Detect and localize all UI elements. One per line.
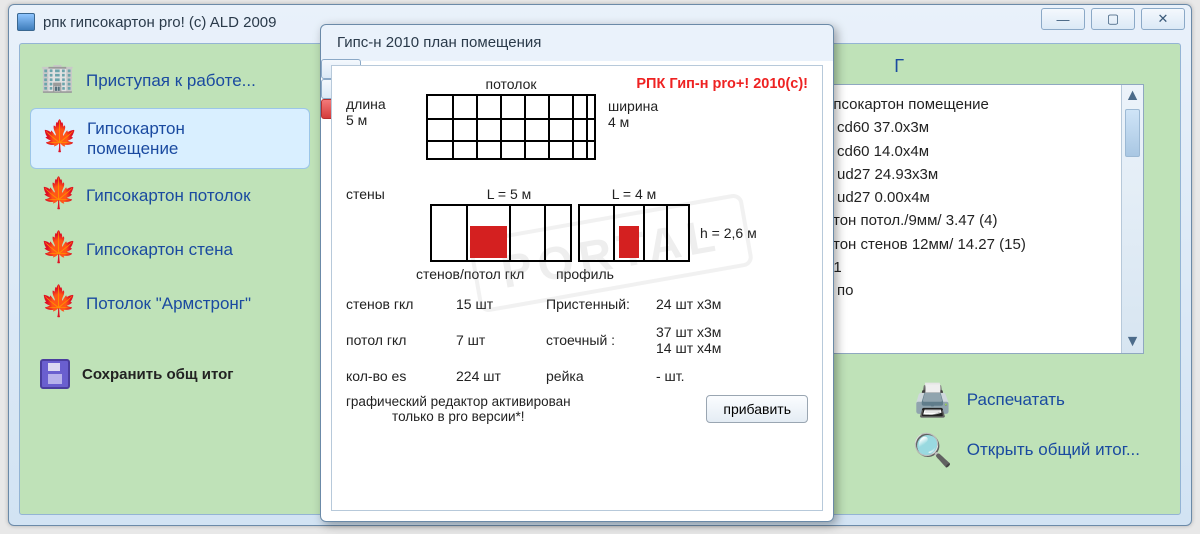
print-label: Распечатать: [967, 390, 1065, 410]
open-total-button[interactable]: Открыть общий итог...: [913, 434, 1140, 466]
magnifier-icon: [913, 434, 953, 466]
red-highlight: [619, 226, 638, 258]
dialog-titlebar[interactable]: Гипс-н 2010 план помещения: [321, 25, 833, 59]
stat-value: - шт.: [656, 368, 746, 384]
wall-diagram-L1: [430, 204, 572, 262]
stat-value: 7 шт: [456, 332, 546, 348]
width-label: ширина: [608, 98, 658, 114]
sidebar-item-label: Гипсокартон стена: [86, 240, 233, 260]
wall-h-label: h = 2,6 м: [700, 225, 757, 241]
report-line: ь cd60 14.0x4м: [825, 140, 1133, 163]
report-line: ь ud27 0.00x4м: [825, 186, 1133, 209]
minimize-button[interactable]: —: [1041, 8, 1085, 30]
wall-L1-label: L = 5 м: [444, 186, 574, 202]
stat-value: 224 шт: [456, 368, 546, 384]
stat-value: 24 шт x3м: [656, 296, 746, 312]
report-line: ь cd60 37.0x3м: [825, 116, 1133, 139]
sub-label-a: стенов/потол гкл: [346, 266, 556, 282]
sidebar-item-label: Гипсокартон потолок: [86, 186, 251, 206]
report-line: ртон стенов 12мм/ 14.27 (15): [825, 233, 1133, 256]
building-icon: [40, 64, 74, 98]
report-lines: ипсокартон помещение ь cd60 37.0x3м ь cd…: [815, 85, 1143, 310]
maximize-button[interactable]: ▢: [1091, 8, 1135, 30]
plan-dialog: Гипс-н 2010 план помещения — ▣ ✕ РПК Гип…: [320, 24, 834, 522]
dialog-body: РПК Гип-н pro+! 2010(c)! PORTAL длина 5 …: [331, 65, 823, 511]
scroll-thumb[interactable]: [1125, 109, 1140, 157]
stats-grid: стенов гкл 15 шт Пристенный: 24 шт x3м п…: [346, 296, 808, 384]
main-window-title: рпк гипсокартон pro! (c) ALD 2009: [43, 14, 276, 31]
report-line: ь ud27 24.93x3м: [825, 163, 1133, 186]
width-value: 4 м: [608, 114, 658, 130]
open-total-label: Открыть общий итог...: [967, 440, 1140, 460]
leaf-icon: [40, 287, 74, 321]
leaf-icon: [40, 179, 74, 213]
stat-label: стоечный :: [546, 332, 656, 348]
save-total-button[interactable]: Сохранить общ итог: [30, 351, 310, 397]
print-button[interactable]: Распечатать: [913, 384, 1065, 416]
close-button[interactable]: ✕: [1141, 8, 1185, 30]
sidebar-item-wall[interactable]: Гипсокартон стена: [30, 223, 310, 277]
add-button[interactable]: прибавить: [706, 395, 808, 423]
printer-icon: [913, 384, 953, 416]
main-window-sys-buttons: — ▢ ✕: [1041, 8, 1185, 30]
length-value: 5 м: [346, 112, 426, 128]
action-row: Распечатать Открыть общий итог...: [913, 384, 1140, 466]
walls-label: стены: [346, 186, 444, 202]
brand-label: РПК Гип-н pro+! 2010(c)!: [636, 76, 808, 92]
length-label: длина: [346, 96, 426, 112]
sidebar-item-label: Приступая к работе...: [86, 71, 256, 91]
sidebar-item-getting-started[interactable]: Приступая к работе...: [30, 54, 310, 108]
leaf-icon: [40, 233, 74, 267]
sidebar: Приступая к работе... Гипсокартон помеще…: [20, 44, 320, 514]
scrollbar[interactable]: ▲ ▼: [1121, 85, 1143, 353]
sidebar-item-label: Гипсокартон помещение: [87, 119, 185, 158]
sidebar-item-room[interactable]: Гипсокартон помещение: [30, 108, 310, 169]
stat-label: рейка: [546, 368, 656, 384]
save-total-label: Сохранить общ итог: [82, 366, 234, 383]
floppy-icon: [40, 359, 70, 389]
sidebar-item-ceiling[interactable]: Гипсокартон потолок: [30, 169, 310, 223]
report-line: 61: [825, 256, 1133, 279]
leaf-icon: [41, 122, 75, 156]
pro-note: графический редактор активирован только …: [346, 394, 571, 424]
sidebar-item-armstrong[interactable]: Потолок "Армстронг": [30, 277, 310, 331]
wall-L2-label: L = 4 м: [574, 186, 694, 202]
report-line: ртон потол./9мм/ 3.47 (4): [825, 209, 1133, 232]
scroll-up-icon[interactable]: ▲: [1122, 85, 1143, 107]
stat-label: Пристенный:: [546, 296, 656, 312]
red-highlight: [470, 226, 507, 258]
stat-label: стенов гкл: [346, 296, 456, 312]
ceiling-plan-diagram: [426, 94, 596, 160]
stat-value: 15 шт: [456, 296, 546, 312]
scroll-down-icon[interactable]: ▼: [1122, 331, 1143, 353]
ceiling-label: потолок: [426, 76, 596, 92]
report-line: ь по: [825, 279, 1133, 302]
sub-label-b: профиль: [556, 266, 614, 282]
report-line: ипсокартон помещение: [825, 93, 1133, 116]
dialog-title: Гипс-н 2010 план помещения: [337, 34, 541, 51]
stat-label: потол гкл: [346, 332, 456, 348]
app-icon: [17, 13, 35, 31]
wall-diagram-L2: [578, 204, 690, 262]
stat-label: кол-во es: [346, 368, 456, 384]
sidebar-item-label: Потолок "Армстронг": [86, 294, 251, 314]
report-textbox[interactable]: ипсокартон помещение ь cd60 37.0x3м ь cd…: [814, 84, 1144, 354]
stat-value: 37 шт x3м 14 шт x4м: [656, 324, 746, 356]
